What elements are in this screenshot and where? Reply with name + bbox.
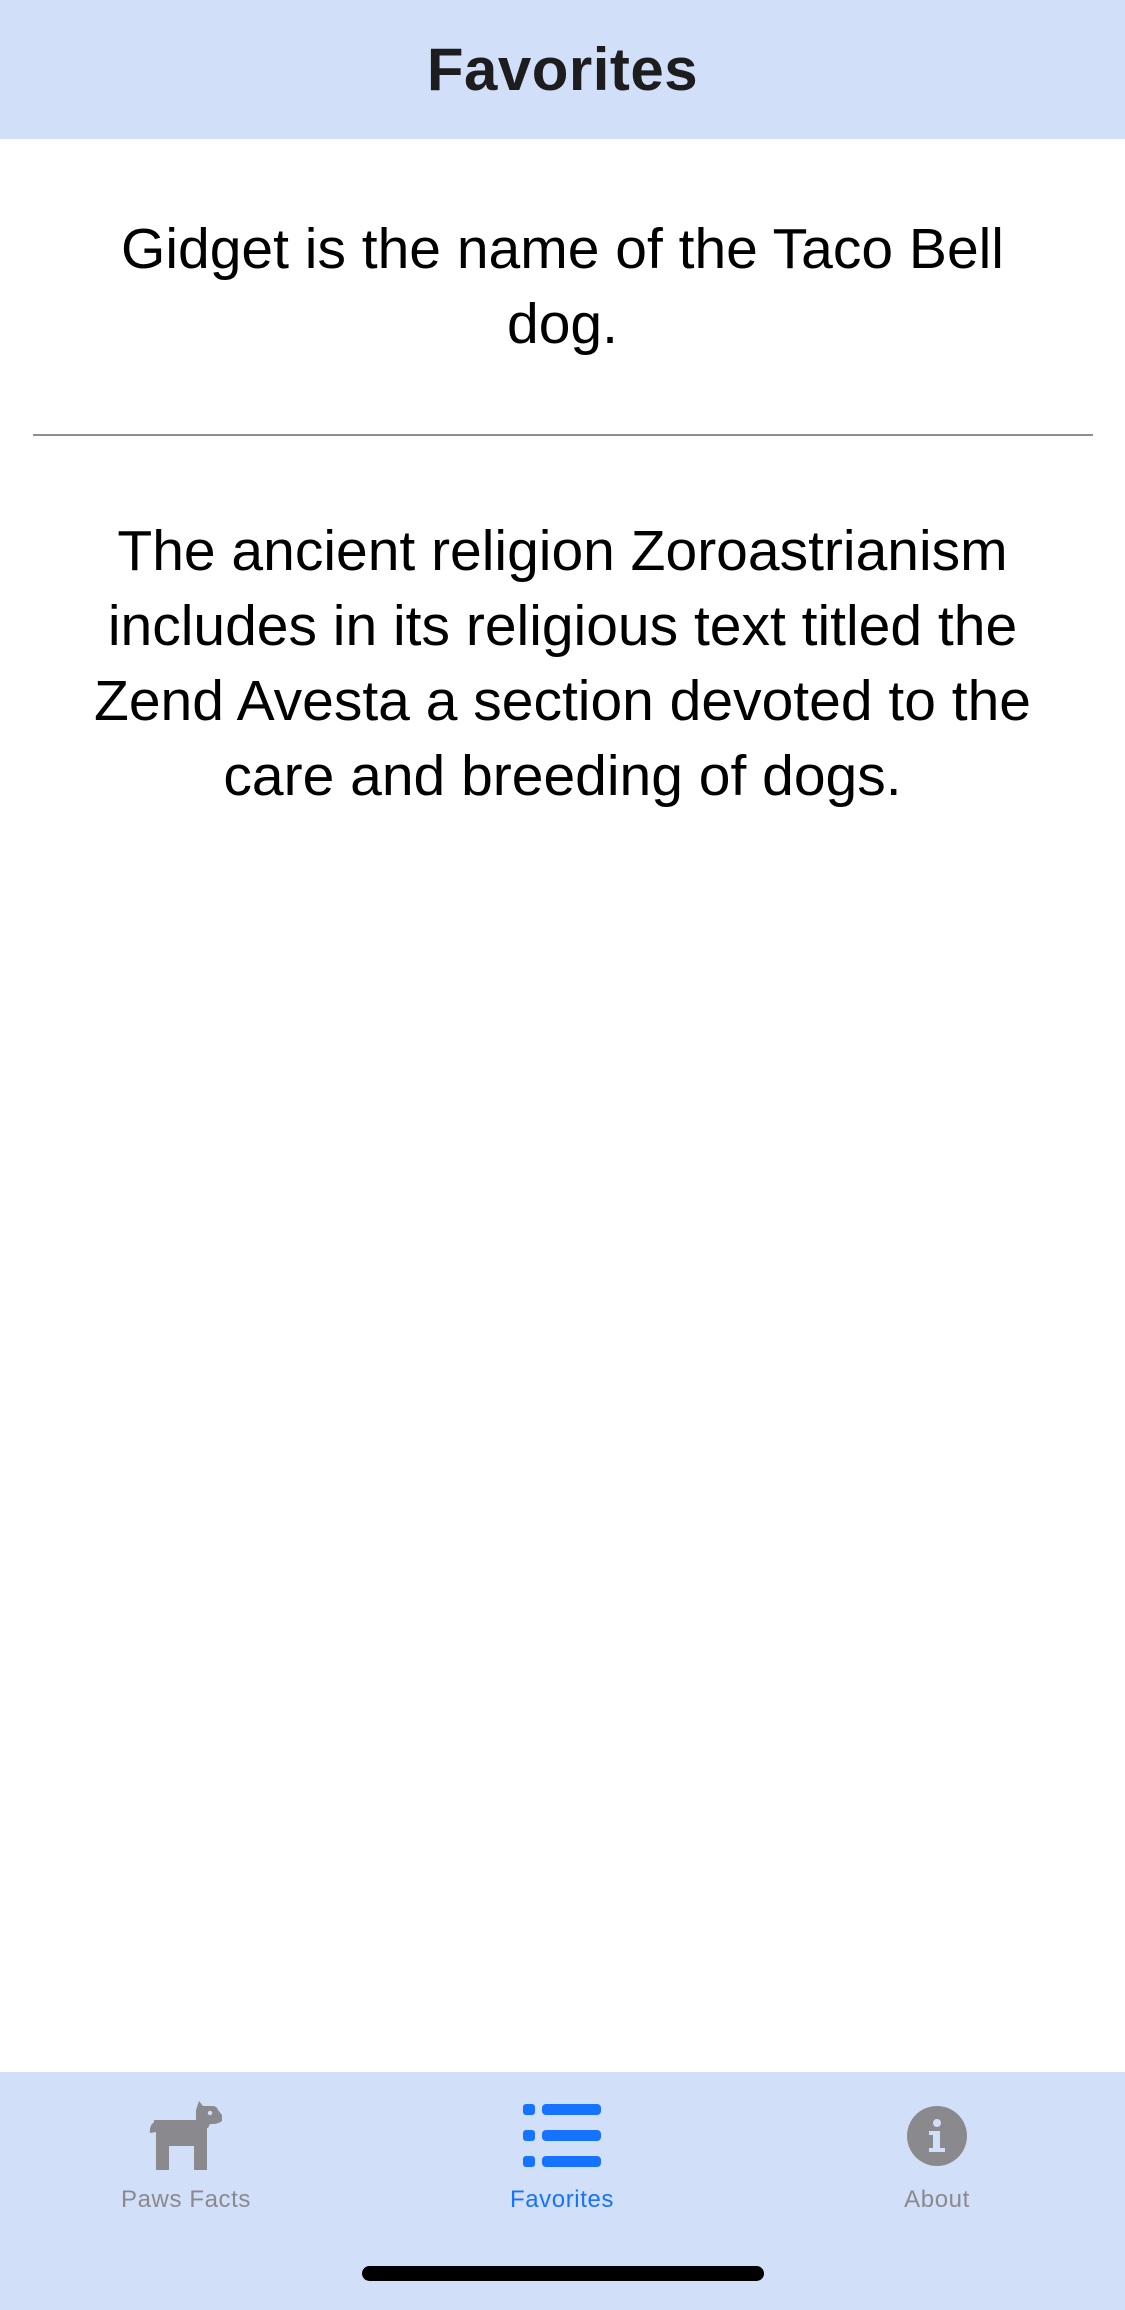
favorites-screen: Favorites Gidget is the name of the Taco…: [0, 0, 1125, 2310]
tab-label: Favorites: [509, 2186, 615, 2213]
tab-about[interactable]: About: [787, 2098, 1087, 2214]
info-icon: [892, 2098, 982, 2174]
page-title: Favorites: [426, 36, 699, 103]
list-icon: [517, 2098, 607, 2174]
favorites-list: Gidget is the name of the Taco Bell dog.…: [0, 139, 1125, 814]
dog-icon: [141, 2098, 231, 2174]
tab-label: About: [904, 2186, 970, 2213]
tab-label: Paws Facts: [120, 2186, 252, 2213]
tab-paws-facts[interactable]: Paws Facts: [36, 2098, 336, 2214]
list-item[interactable]: Gidget is the name of the Taco Bell dog.: [0, 139, 1125, 434]
tab-favorites[interactable]: Favorites: [412, 2098, 712, 2214]
list-item[interactable]: The ancient religion Zoroastrianism incl…: [0, 436, 1125, 814]
navigation-bar: Favorites: [0, 0, 1125, 139]
home-indicator[interactable]: [362, 2266, 764, 2281]
